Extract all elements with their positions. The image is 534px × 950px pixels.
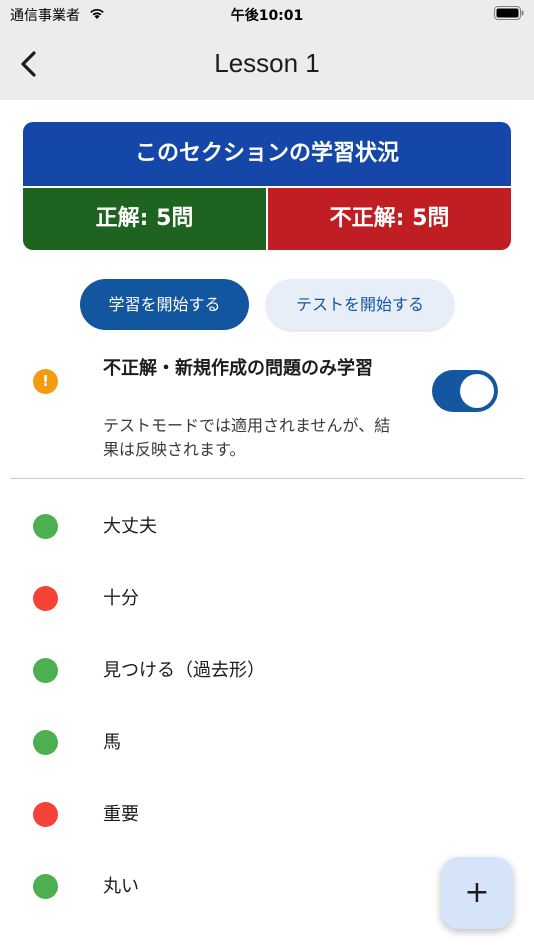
word-label: 大丈夫 xyxy=(103,516,157,537)
status-dot-icon xyxy=(33,730,58,755)
list-item[interactable]: 重要 xyxy=(0,778,534,850)
list-item[interactable]: 大丈夫 xyxy=(0,490,534,562)
status-dot-icon xyxy=(33,802,58,827)
word-label: 丸い xyxy=(103,876,139,897)
word-label: 馬 xyxy=(103,732,121,753)
clock: 午後10:01 xyxy=(230,8,304,24)
filter-option-label: 不正解・新規作成の問題のみ学習 xyxy=(103,358,373,379)
plus-icon: + xyxy=(464,875,490,910)
incorrect-count: 不正解: 5問 xyxy=(268,188,511,250)
divider xyxy=(10,478,524,479)
learning-status-panel: このセクションの学習状況 正解: 5問 不正解: 5問 xyxy=(23,122,511,250)
status-dot-icon xyxy=(33,514,58,539)
status-bar: 通信事業者 午後10:01 xyxy=(0,0,534,30)
start-test-button[interactable]: テストを開始する xyxy=(266,279,454,330)
navigation-bar: Lesson 1 xyxy=(0,30,534,100)
word-label: 重要 xyxy=(103,804,139,825)
filter-option-note: テストモードでは適用されませんが、結果は反映されます。 xyxy=(103,416,391,459)
status-dot-icon xyxy=(33,658,58,683)
page-title: Lesson 1 xyxy=(214,48,320,78)
list-item[interactable]: 十分 xyxy=(0,562,534,634)
status-dot-icon xyxy=(33,586,58,611)
list-item[interactable]: 馬 xyxy=(0,706,534,778)
toggle-knob xyxy=(460,374,494,408)
word-label: 十分 xyxy=(103,588,139,609)
filter-toggle[interactable] xyxy=(432,370,498,412)
warning-icon: ! xyxy=(33,369,58,394)
correct-count: 正解: 5問 xyxy=(23,188,266,250)
word-label: 見つける（過去形） xyxy=(103,660,265,681)
add-button[interactable]: + xyxy=(441,857,513,929)
panel-header: このセクションの学習状況 xyxy=(23,122,511,186)
list-item[interactable]: 見つける（過去形） xyxy=(0,634,534,706)
battery-icon xyxy=(494,6,524,20)
status-dot-icon xyxy=(33,874,58,899)
start-study-button[interactable]: 学習を開始する xyxy=(80,279,249,330)
